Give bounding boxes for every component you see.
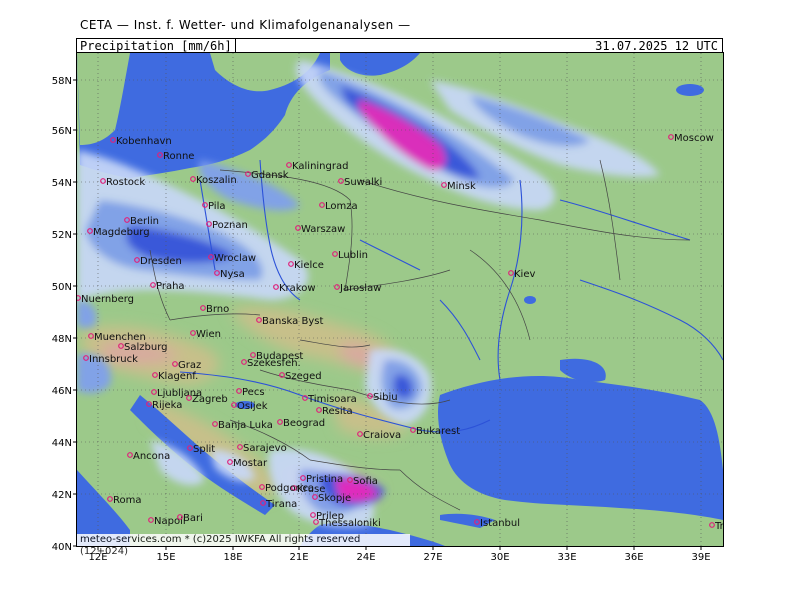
city-label: Zagreb	[192, 394, 228, 405]
city-label: Szeged	[285, 371, 322, 382]
city-label: Timisoara	[307, 394, 357, 405]
city-label: Sarajevo	[243, 443, 287, 454]
lon-tick-label: 27E	[423, 552, 442, 563]
city-label: Wien	[196, 329, 221, 340]
city-label: Koszalin	[196, 175, 237, 186]
lon-tick-label: 18E	[223, 552, 242, 563]
city-label: Wroclaw	[214, 253, 256, 264]
city-label: Suwalki	[344, 177, 382, 188]
latitude-axis: 58N 56N 54N 52N 50N 48N 46N 44N 42N 40N	[52, 76, 77, 553]
city-label: Graz	[178, 360, 201, 371]
city-label: Osijek	[237, 401, 268, 412]
city-label: Brno	[206, 304, 229, 315]
city-label: Banja Luka	[218, 420, 273, 431]
lat-tick-label: 42N	[52, 490, 72, 501]
city-label: Klagenf.	[158, 371, 198, 382]
city-label: Rijeka	[152, 400, 182, 411]
city-label: Lomza	[325, 201, 358, 212]
city-label: Kielce	[294, 260, 324, 271]
city-label: Rostock	[106, 177, 145, 188]
city-label: Skopje	[318, 493, 351, 504]
city-label: Warszaw	[301, 224, 345, 235]
copyright-footer: meteo-services.com * (c)2025 IWKFA All r…	[77, 534, 410, 557]
city-label: Gdansk	[251, 170, 289, 181]
lon-tick-label: 15E	[156, 552, 175, 563]
lat-tick-label: 58N	[52, 76, 72, 87]
city-label: Craiova	[363, 430, 401, 441]
city-label: Trabzon	[714, 521, 754, 532]
city-label: Split	[193, 444, 215, 455]
city-label: Moscow	[674, 133, 714, 144]
city-label: Sibiu	[373, 392, 398, 403]
city-label: Jaroslaw	[339, 283, 381, 294]
city-label: Istanbul	[480, 518, 520, 529]
city-label: Magdeburg	[93, 227, 150, 238]
city-label: Tirana	[265, 499, 297, 510]
city-label: Podgorica	[265, 483, 314, 494]
city-label: Roma	[113, 495, 142, 506]
city-label: Sofia	[353, 476, 378, 487]
city-label: Kiev	[514, 269, 535, 280]
lon-tick-label: 30E	[490, 552, 509, 563]
precipitation-map: Kobenhavn Ronne Rostock Koszalin GdanskKalin…	[52, 52, 754, 563]
lon-tick-label: 21E	[289, 552, 308, 563]
city-label: Poznan	[212, 220, 248, 231]
lat-tick-label: 52N	[52, 230, 72, 241]
city-label: Kaliningrad	[292, 161, 348, 172]
city-label: Resita	[322, 406, 353, 417]
city-label: Pila	[208, 201, 226, 212]
city-label: Minsk	[447, 181, 476, 192]
city-label: Szekesfeh.	[247, 358, 301, 369]
city-label: Banska Byst	[262, 316, 323, 327]
city-label: Berlin	[130, 216, 159, 227]
city-label: Praha	[156, 281, 185, 292]
city-label: Nuernberg	[81, 294, 134, 305]
city-label: Beograd	[283, 418, 325, 429]
lon-tick-label: 33E	[557, 552, 576, 563]
lon-tick-label: 39E	[691, 552, 710, 563]
lat-tick-label: 44N	[52, 438, 72, 449]
city-label: Bari	[183, 513, 203, 524]
lat-tick-label: 56N	[52, 126, 72, 137]
city-label: Napoli	[154, 516, 186, 527]
longitude-axis: 12E15E18E21E24E27E30E33E36E39E	[88, 546, 711, 563]
city-label: Ancona	[133, 451, 170, 462]
city-label: Nysa	[220, 269, 245, 280]
lat-tick-label: 40N	[52, 542, 72, 553]
city-label: Lublin	[338, 250, 368, 261]
city-label: Kobenhavn	[116, 136, 172, 147]
city-label: Innsbruck	[89, 354, 138, 365]
lat-tick-label: 48N	[52, 334, 72, 345]
city-label: Mostar	[233, 458, 268, 469]
city-label: Krakow	[279, 283, 316, 294]
city-label: Dresden	[140, 256, 182, 267]
city-label: Pecs	[242, 387, 265, 398]
lat-tick-label: 46N	[52, 386, 72, 397]
lon-tick-label: 24E	[356, 552, 375, 563]
lat-tick-label: 54N	[52, 178, 72, 189]
lon-tick-label: 36E	[624, 552, 643, 563]
city-label: Bukarest	[416, 426, 460, 437]
lat-tick-label: 50N	[52, 282, 72, 293]
city-label: Thessaloniki	[318, 518, 381, 529]
city-label: Ronne	[163, 151, 194, 162]
city-label: Salzburg	[124, 342, 167, 353]
